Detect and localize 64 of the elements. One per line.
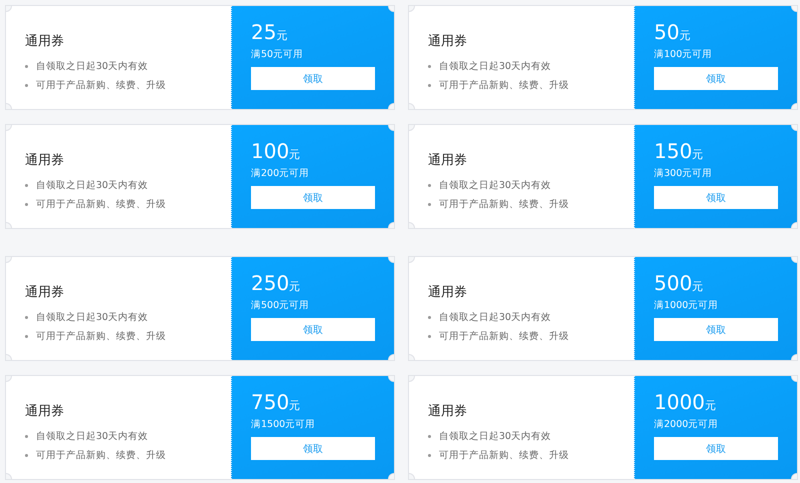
coupon-rule: 可用于产品新购、续费、升级: [439, 198, 569, 211]
coupon-amount: 1000元: [654, 390, 717, 416]
claim-button[interactable]: 领取: [654, 67, 778, 90]
coupon-rule: 可用于产品新购、续费、升级: [36, 449, 166, 462]
bullet-icon: [428, 335, 431, 338]
bullet-icon: [25, 316, 28, 319]
coupon-condition: 满300元可用: [654, 167, 714, 180]
coupon-amount: 250元: [251, 271, 302, 297]
claim-button[interactable]: 领取: [251, 67, 375, 90]
coupon-title: 通用券: [25, 284, 65, 301]
coupon-title: 通用券: [428, 403, 468, 420]
claim-button[interactable]: 领取: [251, 186, 375, 209]
coupon-rule: 自领取之日起30天内有效: [439, 60, 552, 73]
bullet-icon: [428, 316, 431, 319]
coupon-title: 通用券: [25, 33, 65, 50]
claim-button[interactable]: 领取: [654, 186, 778, 209]
claim-button[interactable]: 领取: [654, 318, 778, 341]
coupon-title: 通用券: [428, 152, 468, 169]
coupon-rule: 可用于产品新购、续费、升级: [36, 79, 166, 92]
bullet-icon: [428, 84, 431, 87]
coupon-title: 通用券: [25, 152, 65, 169]
coupon-condition: 满500元可用: [251, 299, 310, 312]
bullet-icon: [25, 454, 28, 457]
coupon-amount: 150元: [654, 139, 704, 165]
coupon-rule: 自领取之日起30天内有效: [36, 430, 148, 443]
claim-button[interactable]: 领取: [251, 437, 375, 460]
bullet-icon: [428, 203, 431, 206]
coupon-rule: 可用于产品新购、续费、升级: [36, 330, 166, 343]
coupon-rule: 自领取之日起30天内有效: [439, 430, 552, 443]
coupon-amount: 100元: [251, 139, 302, 165]
bullet-icon: [428, 65, 431, 68]
coupon-rule: 自领取之日起30天内有效: [439, 311, 552, 324]
coupon-amount: 25元: [251, 20, 288, 46]
coupon-condition: 满50元可用: [251, 48, 304, 61]
bullet-icon: [25, 335, 28, 338]
bullet-icon: [25, 435, 28, 438]
coupon-title: 通用券: [428, 33, 468, 50]
coupon-rule: 可用于产品新购、续费、升级: [439, 79, 569, 92]
claim-button[interactable]: 领取: [251, 318, 375, 341]
coupon-condition: 满1500元可用: [251, 418, 316, 431]
coupon-condition: 满100元可用: [654, 48, 714, 61]
coupon-rule: 可用于产品新购、续费、升级: [36, 198, 166, 211]
coupon-rule: 自领取之日起30天内有效: [439, 179, 552, 192]
coupon-title: 通用券: [25, 403, 65, 420]
bullet-icon: [428, 435, 431, 438]
bullet-icon: [25, 203, 28, 206]
coupon-amount: 750元: [251, 390, 302, 416]
coupon-rule: 自领取之日起30天内有效: [36, 311, 148, 324]
bullet-icon: [25, 65, 28, 68]
bullet-icon: [25, 184, 28, 187]
coupon-condition: 满200元可用: [251, 167, 310, 180]
coupon-rule: 自领取之日起30天内有效: [36, 60, 148, 73]
bullet-icon: [428, 184, 431, 187]
coupon-condition: 满1000元可用: [654, 299, 720, 312]
claim-button[interactable]: 领取: [654, 437, 778, 460]
bullet-icon: [428, 454, 431, 457]
bullet-icon: [25, 84, 28, 87]
coupon-rule: 自领取之日起30天内有效: [36, 179, 148, 192]
coupon-title: 通用券: [428, 284, 468, 301]
coupon-amount: 50元: [654, 20, 692, 46]
coupon-rule: 可用于产品新购、续费、升级: [439, 330, 569, 343]
coupon-condition: 满2000元可用: [654, 418, 720, 431]
coupon-amount: 500元: [654, 271, 704, 297]
coupon-rule: 可用于产品新购、续费、升级: [439, 449, 569, 462]
